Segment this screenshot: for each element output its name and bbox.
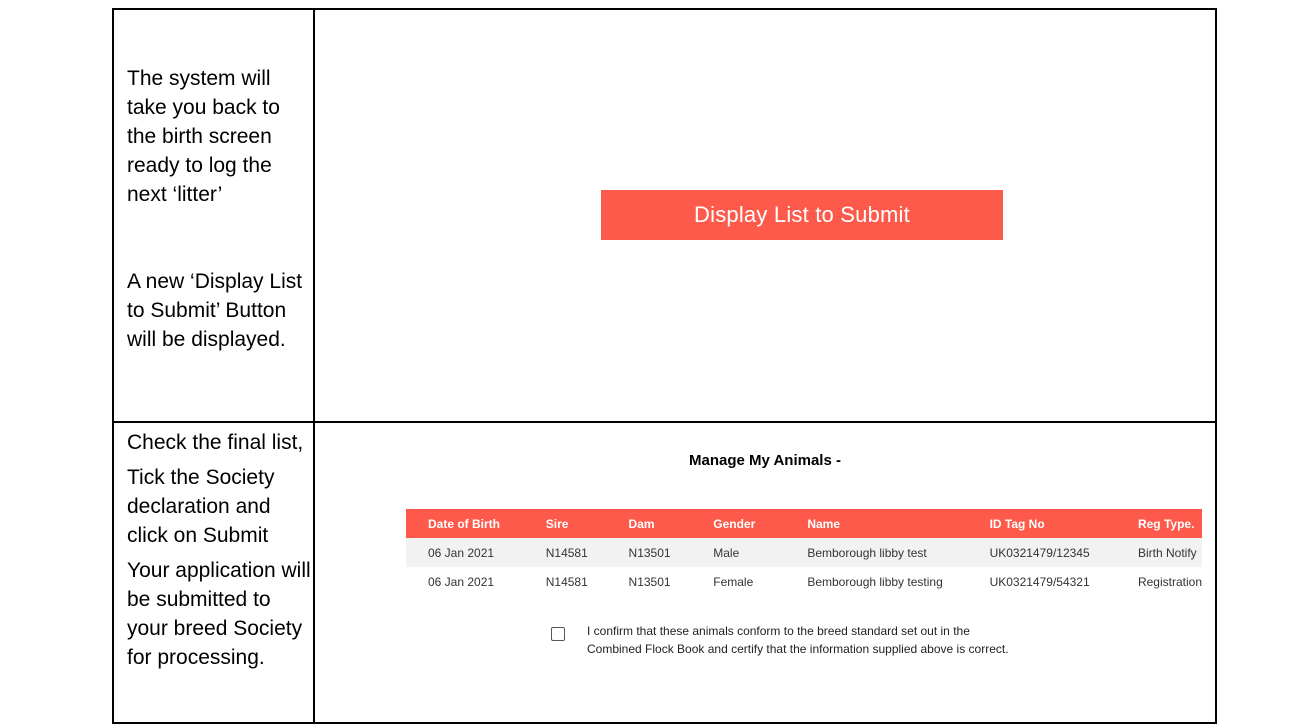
column-header-sire[interactable]: Sire xyxy=(523,509,607,538)
cell-sire: N14581 xyxy=(523,567,607,596)
cell-name: Bemborough libby testing xyxy=(785,567,968,596)
screenshot-cell: Display List to Submit xyxy=(313,8,1217,423)
display-list-to-submit-button[interactable]: Display List to Submit xyxy=(601,190,1003,240)
cell-name: Bemborough libby test xyxy=(785,538,968,567)
column-header-name[interactable]: Name xyxy=(785,509,968,538)
column-header-date-of-birth[interactable]: Date of Birth xyxy=(406,509,524,538)
cell-gender: Male xyxy=(691,538,786,567)
cell-gender: Female xyxy=(691,567,786,596)
screenshot-cell: Manage My Animals - Date of Birth Sire D… xyxy=(313,421,1217,724)
instruction-table: The system will take you back to the bir… xyxy=(112,8,1217,724)
animals-table: Date of Birth Sire Dam Gender Name ID Ta… xyxy=(406,509,1202,596)
declaration-text: I confirm that these animals conform to … xyxy=(587,624,1009,656)
declaration: I confirm that these animals conform to … xyxy=(551,622,1011,658)
cell-dam: N13501 xyxy=(606,538,692,567)
column-header-id-tag-no[interactable]: ID Tag No xyxy=(967,509,1116,538)
column-header-gender[interactable]: Gender xyxy=(691,509,786,538)
instruction-text-cell: The system will take you back to the bir… xyxy=(112,8,315,423)
table-header-row: Date of Birth Sire Dam Gender Name ID Ta… xyxy=(406,509,1202,538)
cell-date-of-birth: 06 Jan 2021 xyxy=(406,567,524,596)
instruction-line: Check the final list, xyxy=(127,431,304,454)
instruction-line: Tick the Society declaration and click o… xyxy=(127,466,275,547)
instruction-paragraph: The system will take you back to the bir… xyxy=(127,67,280,206)
column-header-reg-type[interactable]: Reg Type. xyxy=(1115,509,1202,538)
column-header-dam[interactable]: Dam xyxy=(606,509,692,538)
table-row[interactable]: 06 Jan 2021 N14581 N13501 Female Bemboro… xyxy=(406,567,1202,596)
page-title: Manage My Animals - xyxy=(689,452,841,469)
cell-id-tag-no: UK0321479/12345 xyxy=(967,538,1116,567)
cell-reg-type: Registration xyxy=(1115,567,1202,596)
cell-sire: N14581 xyxy=(523,538,607,567)
instruction-line: Your application will be submitted to yo… xyxy=(127,559,311,669)
cell-reg-type: Birth Notify xyxy=(1115,538,1202,567)
cell-date-of-birth: 06 Jan 2021 xyxy=(406,538,524,567)
instruction-paragraph: A new ‘Display List to Submit’ Button wi… xyxy=(127,270,303,351)
table-row[interactable]: 06 Jan 2021 N14581 N13501 Male Bemboroug… xyxy=(406,538,1202,567)
declaration-checkbox[interactable] xyxy=(551,627,565,641)
cell-dam: N13501 xyxy=(606,567,692,596)
instruction-row-1: The system will take you back to the bir… xyxy=(112,8,1217,423)
cell-id-tag-no: UK0321479/54321 xyxy=(967,567,1116,596)
instruction-text-cell: Check the final list, Tick the Society d… xyxy=(112,421,315,724)
instruction-row-2: Check the final list, Tick the Society d… xyxy=(112,421,1217,724)
